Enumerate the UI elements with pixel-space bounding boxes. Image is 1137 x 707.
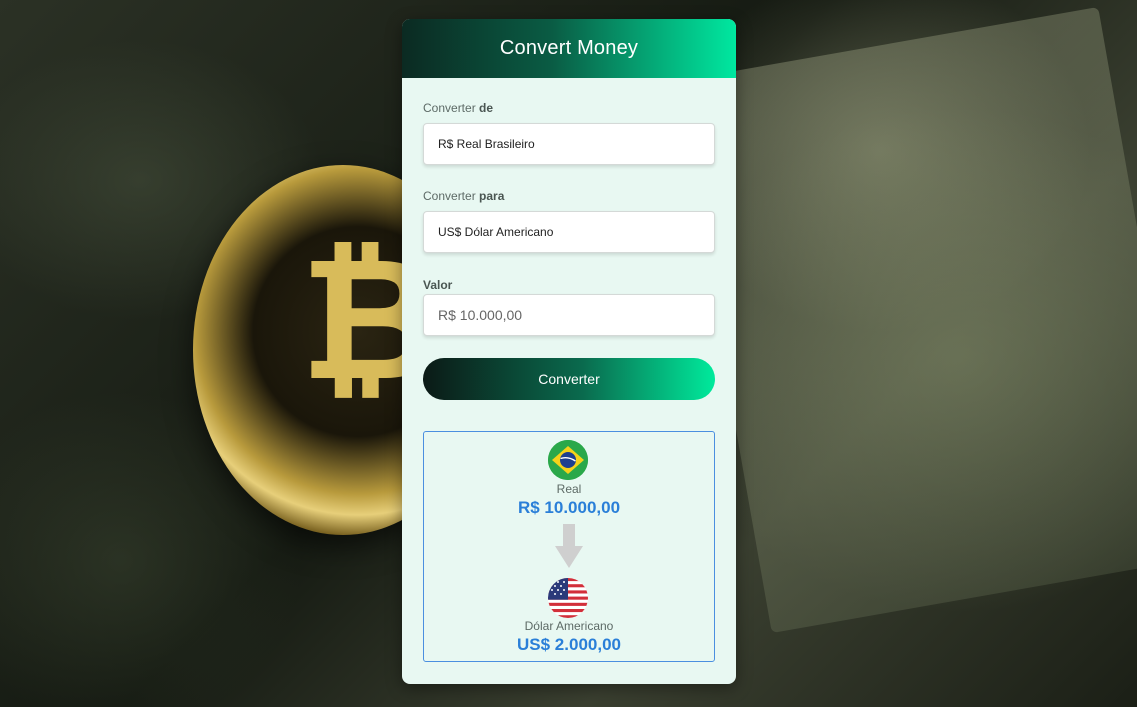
from-currency-amount: R$ 10.000,00 bbox=[517, 498, 621, 517]
to-currency-label: Converter para bbox=[423, 189, 715, 203]
amount-placeholder: R$ 10.000,00 bbox=[438, 307, 523, 323]
arrow-down-icon bbox=[555, 524, 583, 574]
converter-form: Converter de R$ Real Brasileiro Converte… bbox=[402, 101, 736, 400]
from-currency-select[interactable]: R$ Real Brasileiro bbox=[423, 123, 715, 165]
converter-card: Convert Money Converter de R$ Real Brasi… bbox=[402, 19, 736, 684]
to-currency-select[interactable]: US$ Dólar Americano bbox=[423, 211, 715, 253]
page-title: Convert Money bbox=[499, 37, 639, 59]
convert-button[interactable]: Converter bbox=[423, 358, 715, 400]
to-label-bold: para bbox=[479, 189, 505, 203]
to-currency-amount: US$ 2.000,00 bbox=[517, 635, 621, 654]
from-label-prefix: Converter bbox=[423, 101, 480, 115]
from-currency-value: R$ Real Brasileiro bbox=[438, 137, 535, 151]
from-label-bold: de bbox=[479, 101, 494, 115]
card-header: Convert Money bbox=[402, 19, 736, 78]
amount-label-text: Valor bbox=[423, 278, 453, 292]
from-currency-name: Real bbox=[556, 482, 582, 496]
from-currency-label: Converter de bbox=[423, 101, 715, 115]
amount-label: Valor bbox=[423, 278, 715, 292]
conversion-result-box: Real R$ 10.000,00 Dólar Americano US$ 2.… bbox=[423, 431, 715, 662]
usa-flag-icon bbox=[548, 578, 588, 618]
to-currency-value: US$ Dólar Americano bbox=[438, 225, 554, 239]
to-label-prefix: Converter bbox=[423, 189, 480, 203]
brazil-flag-icon bbox=[548, 440, 588, 480]
to-currency-name: Dólar Americano bbox=[524, 619, 614, 633]
amount-input[interactable]: R$ 10.000,00 bbox=[423, 294, 715, 336]
